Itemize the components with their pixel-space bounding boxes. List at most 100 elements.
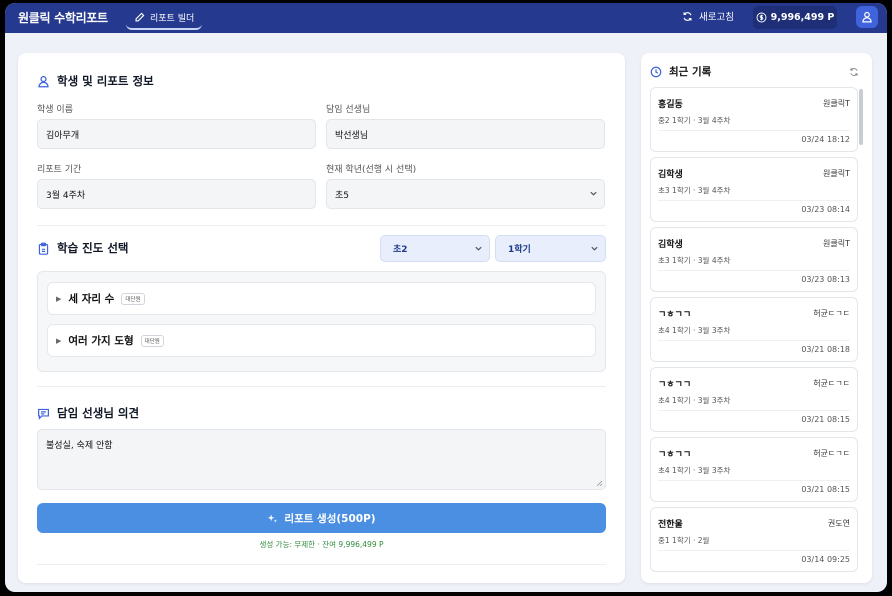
app-title: 원클릭 수학리포트 [18,11,108,25]
history-meta: 초4 1학기 · 3월 3주차 [658,466,731,475]
user-icon [862,11,872,23]
history-item[interactable]: ㄱㅎㄱㄱ 허균ㄷㄱㄷ 초4 1학기 · 3월 3주차 03/21 08:18 [650,297,858,362]
chevron-down-icon [591,246,598,251]
history-teacher: 원클릭T [823,169,850,178]
divider [37,386,606,387]
resize-grip-icon[interactable] [596,480,602,486]
report-builder-card: 학생 및 리포트 정보 학생 이름 김아무개 담임 선생님 박선생님 리포트 기… [18,53,625,583]
student-section-title: 학생 및 리포트 정보 [37,73,154,89]
history-date: 03/21 08:15 [801,485,850,494]
history-item[interactable]: 전한울 권도연 중1 1학기 · 2월 03/14 09:25 [650,507,858,572]
divider [658,270,850,271]
sparkle-icon [268,513,278,523]
history-date: 03/23 08:13 [801,275,850,284]
current-grade-select[interactable]: 초5 [326,179,605,209]
history-list: 홍길동 원클릭T 중2 1학기 · 3월 4주차 03/24 18:12 김학생… [650,87,858,583]
units-list: ▶ 세 자리 수 대단원 ▶ 여러 가지 도형 대단원 [37,271,606,372]
grade-label: 현재 학년(선행 시 선택) [326,165,417,175]
history-item[interactable]: 홍길동 원클릭T 중2 1학기 · 3월 4주차 03/24 18:12 [650,87,858,152]
history-meta: 중1 1학기 · 2월 [658,536,710,545]
student-section-title-text: 학생 및 리포트 정보 [57,74,154,88]
unit-item[interactable]: ▶ 세 자리 수 대단원 [47,282,596,315]
history-meta: 중2 1학기 · 3월 4주차 [658,116,731,125]
divider [37,225,606,226]
clock-icon [650,66,662,77]
history-date: 03/24 18:12 [801,135,850,144]
user-avatar-button[interactable] [856,6,878,28]
current-grade-value: 초5 [335,190,350,201]
unit-item[interactable]: ▶ 여러 가지 도형 대단원 [47,324,596,357]
progress-section-title-text: 학습 진도 선택 [57,241,129,255]
history-teacher: 허균ㄷㄱㄷ [813,379,850,388]
user-icon [38,75,49,87]
expand-triangle-icon: ▶ [56,336,62,345]
history-teacher: 허균ㄷㄱㄷ [813,449,850,458]
history-meta: 초3 1학기 · 3월 4주차 [658,186,731,195]
teacher-label: 담임 선생님 [326,105,371,115]
history-student-name: 전한울 [658,520,683,530]
coin-icon [756,12,767,23]
generate-report-label: 리포트 생성(500P) [284,512,376,525]
tab-report-builder-label: 리포트 빌더 [150,13,195,24]
message-icon [38,408,49,420]
progress-grade-value: 초2 [393,245,408,255]
generation-status: 생성 가능: 무제한 · 잔여 9,996,499 P [259,540,384,549]
history-teacher: 원클릭T [823,239,850,248]
history-teacher: 허균ㄷㄱㄷ [813,309,850,318]
history-date: 03/14 09:25 [801,555,850,564]
teacher-input[interactable]: 박선생님 [326,119,605,149]
unit-name: 여러 가지 도형 [68,335,134,347]
refresh-icon[interactable] [849,67,859,77]
top-bar: 원클릭 수학리포트 리포트 빌더 새로고침 9,996,499 P [5,3,887,33]
app-window: 원클릭 수학리포트 리포트 빌더 새로고침 9,996,499 P 학생 및 리… [5,3,887,592]
divider [658,410,850,411]
divider [658,480,850,481]
divider [658,550,850,551]
tab-report-builder[interactable]: 리포트 빌더 [126,6,203,30]
recent-history-panel: 최근 기록 홍길동 원클릭T 중2 1학기 · 3월 4주차 03/24 18:… [641,53,872,583]
generate-report-button[interactable]: 리포트 생성(500P) [37,503,606,533]
comment-section-title-text: 담임 선생님 의견 [57,406,140,420]
history-student-name: 김학생 [658,170,683,180]
history-item[interactable]: 김학생 원클릭T 초3 1학기 · 3월 4주차 03/23 08:14 [650,157,858,222]
history-student-name: 홍길동 [658,100,683,110]
history-scrollbar[interactable] [859,89,863,145]
progress-section-title: 학습 진도 선택 [37,240,129,256]
semester-value: 1학기 [508,245,531,255]
refresh-label: 새로고침 [699,12,734,23]
history-meta: 초4 1학기 · 3월 3주차 [658,396,731,405]
student-name-input[interactable]: 김아무개 [37,119,316,149]
history-student-name: ㄱㅎㄱㄱ [658,450,692,460]
history-item[interactable]: 김학생 원클릭T 초3 1학기 · 3월 4주차 03/23 08:13 [650,227,858,292]
unit-badge: 대단원 [140,334,164,347]
points-balance[interactable]: 9,996,499 P [753,6,837,29]
period-label: 리포트 기간 [37,165,82,175]
clipboard-icon [38,242,49,255]
points-value: 9,996,499 P [770,12,835,23]
semester-select[interactable]: 1학기 [495,235,606,262]
divider [37,564,606,565]
history-date: 03/23 08:14 [801,205,850,214]
history-meta: 초3 1학기 · 3월 4주차 [658,256,731,265]
history-student-name: 김학생 [658,240,683,250]
expand-triangle-icon: ▶ [56,294,62,303]
unit-name: 세 자리 수 [68,293,115,305]
divider [658,340,850,341]
history-teacher: 원클릭T [823,99,850,108]
refresh-icon [683,11,692,21]
history-teacher: 권도연 [827,519,850,528]
divider [658,130,850,131]
pencil-icon [135,12,145,21]
history-item[interactable]: ㄱㅎㄱㄱ 허균ㄷㄱㄷ 초4 1학기 · 3월 3주차 03/21 08:15 [650,437,858,502]
refresh-button[interactable]: 새로고침 [682,9,734,23]
teacher-comment-value: 불성실, 숙제 안함 [46,441,113,451]
history-item[interactable]: ㄱㅎㄱㄱ 허균ㄷㄱㄷ 초4 1학기 · 3월 3주차 03/21 08:15 [650,367,858,432]
comment-section-title: 담임 선생님 의견 [37,405,139,421]
history-title-text: 최근 기록 [669,66,712,78]
history-student-name: ㄱㅎㄱㄱ [658,310,692,320]
divider [658,200,850,201]
teacher-comment-textarea[interactable]: 불성실, 숙제 안함 [37,429,606,490]
period-input[interactable]: 3월 4주차 [37,179,316,209]
unit-badge: 대단원 [121,292,145,305]
progress-grade-select[interactable]: 초2 [380,235,490,262]
